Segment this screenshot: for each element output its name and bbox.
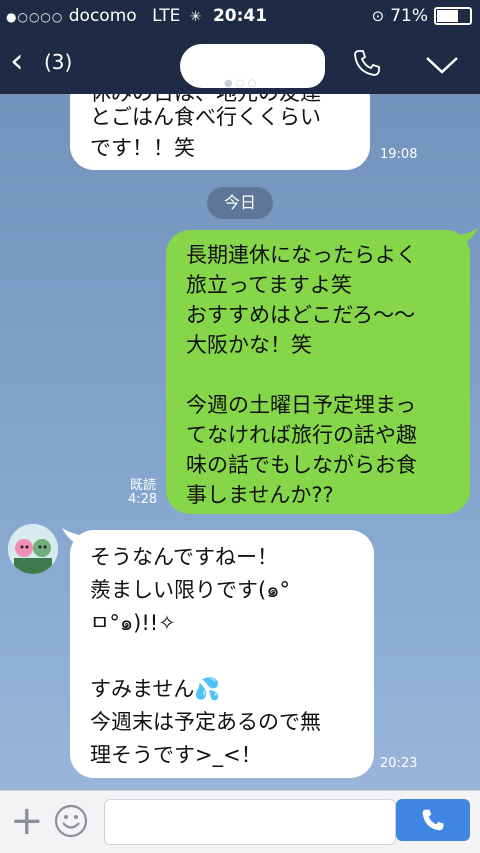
phone-call-icon[interactable]	[352, 48, 382, 78]
chat-header-overlay: ‹ (3) ●○○	[0, 32, 480, 94]
message-line: てなければ旅行の話や趣	[186, 423, 417, 447]
message-time: 19:08	[380, 147, 418, 162]
rotation-lock-icon: ⊙	[371, 7, 385, 25]
message-line: 羨ましい限りです(๑°	[90, 578, 291, 602]
message-input[interactable]	[104, 799, 396, 845]
message-line: とごはん食べ行くくらい	[90, 105, 321, 129]
emoji-icon[interactable]	[54, 804, 88, 838]
message-line: です！！笑	[90, 136, 195, 160]
bubble-tail	[456, 228, 478, 246]
date-divider: 今日	[207, 187, 273, 219]
message-line: 理そうです>_<！	[90, 743, 262, 767]
message-line: 旅立ってますよ笑	[186, 273, 352, 297]
message-line: 事しませんか??	[186, 483, 334, 507]
message-time: 20:23	[380, 756, 418, 771]
message-composer: +	[0, 790, 480, 853]
message-line: おすすめはどこだろ〜〜	[186, 303, 416, 327]
message-line: 今週の土曜日予定埋まっ	[186, 393, 417, 417]
avatar-illustration-icon	[8, 524, 58, 574]
message-time: 4:28	[128, 492, 158, 507]
menu-chevron-icon[interactable]	[424, 54, 460, 76]
battery-icon	[434, 7, 472, 25]
message-line: すみません💦	[90, 677, 221, 701]
phone-icon	[422, 809, 444, 831]
read-receipt: 既読	[130, 478, 157, 493]
message-line: 今週末は予定あるので無	[90, 710, 321, 734]
avatar[interactable]	[8, 524, 58, 574]
message-line: 長期連休になったらよく	[186, 243, 417, 267]
unread-count-label[interactable]: (3)	[44, 50, 72, 74]
message-line: 大阪かな！笑	[186, 333, 312, 357]
page-dots-overlay: ●○○	[224, 78, 260, 89]
message-line: 味の話でもしながらお食	[186, 453, 417, 477]
plus-icon[interactable]: +	[10, 799, 44, 843]
call-button[interactable]	[396, 799, 470, 841]
back-button[interactable]: ‹	[10, 44, 24, 78]
status-bar: ●○○○○ docomo LTE ✳ 20:41 ⊙ 71%	[0, 0, 480, 32]
message-line: ㅁ°๑)!!✧	[90, 611, 176, 635]
battery-percent: 71%	[390, 6, 428, 26]
status-right: ⊙ 71%	[372, 6, 472, 26]
message-line: そうなんですねー！	[90, 545, 278, 569]
